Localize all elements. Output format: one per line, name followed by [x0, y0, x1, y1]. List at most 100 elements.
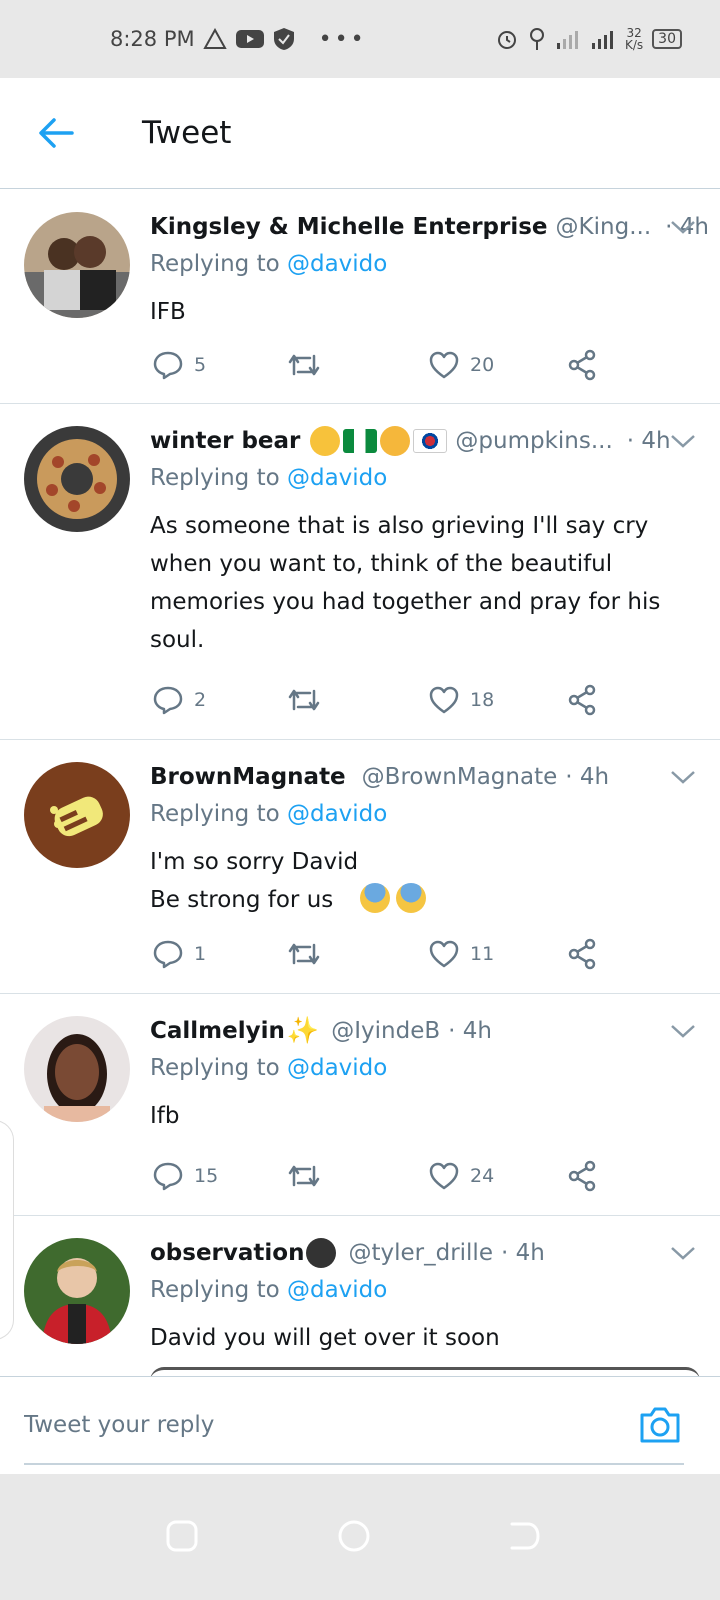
home-button[interactable] — [336, 1518, 376, 1558]
mention-link[interactable]: @davido — [287, 251, 387, 277]
reply-button[interactable]: 15 — [152, 1161, 218, 1191]
retweet-button[interactable] — [286, 939, 322, 969]
tweet-menu-button[interactable] — [668, 426, 698, 456]
reply-button[interactable]: 2 — [152, 685, 206, 715]
tweet-header: winter bear @pumpkins... · 4h — [150, 424, 700, 458]
tweet[interactable]: Kingsley & Michelle Enterprise @King... … — [0, 190, 720, 404]
like-button[interactable]: 20 — [428, 350, 494, 380]
tweet-menu-button[interactable] — [668, 1016, 698, 1046]
retweet-icon — [288, 1165, 320, 1187]
tweet-header: BrownMagnate @BrownMagnate · 4h — [150, 760, 700, 794]
display-name[interactable]: observation — [150, 1240, 304, 1266]
tweet[interactable]: Callmelyin ✨ @IyindeB · 4h Replying to @… — [0, 994, 720, 1216]
cat-face-emoji — [380, 426, 411, 456]
sparkles-icon: ✨ — [286, 1016, 320, 1046]
display-name[interactable]: Callmelyin — [150, 1018, 285, 1044]
username[interactable]: @tyler_drille — [348, 1240, 493, 1266]
more-notifications-icon: ••• — [318, 26, 367, 52]
avatar[interactable] — [24, 212, 130, 318]
replying-to: Replying to @davido — [150, 465, 388, 491]
tweet[interactable]: observation @tyler_drille · 4h Replying … — [0, 1216, 720, 1376]
username[interactable]: @IyindeB — [331, 1018, 440, 1044]
mention-link[interactable]: @davido — [287, 1277, 387, 1303]
signal-2-icon — [590, 27, 616, 51]
like-button[interactable]: 18 — [428, 685, 494, 715]
username[interactable]: @pumpkins... — [455, 428, 612, 454]
battery-icon: 30 — [652, 29, 682, 49]
replying-to: Replying to @davido — [150, 801, 388, 827]
tweet-actions: 1 11 — [152, 934, 612, 974]
heart-icon — [429, 686, 459, 714]
tweet-body: observation @tyler_drille · 4h Replying … — [150, 1236, 700, 1376]
tweet-body: winter bear @pumpkins... · 4h Replying t… — [150, 424, 700, 659]
tweet-body: Callmelyin ✨ @IyindeB · 4h Replying to @… — [150, 1014, 700, 1135]
display-name[interactable]: winter bear — [150, 428, 300, 454]
reply-icon — [153, 351, 183, 380]
hugging-face-emoji — [310, 426, 341, 456]
reply-icon — [153, 686, 183, 715]
tweet-body: Kingsley & Michelle Enterprise @King... … — [150, 210, 709, 331]
camera-button[interactable] — [638, 1405, 682, 1445]
location-icon — [528, 27, 546, 51]
retweet-button[interactable] — [286, 1161, 322, 1191]
home-icon — [338, 1520, 370, 1552]
like-count: 20 — [470, 354, 495, 376]
network-speed: 32 K/s — [625, 26, 644, 52]
system-nav-bar — [0, 1474, 720, 1600]
share-button[interactable] — [566, 684, 598, 716]
share-button[interactable] — [566, 349, 598, 381]
downcast-sweat-emoji — [396, 883, 427, 913]
reply-bar — [0, 1376, 720, 1474]
avatar[interactable] — [24, 426, 130, 532]
reply-input[interactable] — [24, 1399, 624, 1451]
tweet-header: observation @tyler_drille · 4h — [150, 1236, 700, 1270]
display-name[interactable]: Kingsley & Michelle Enterprise — [150, 214, 548, 240]
mention-link[interactable]: @davido — [287, 465, 387, 491]
replying-to: Replying to @davido — [150, 1055, 388, 1081]
username[interactable]: @BrownMagnate — [362, 764, 558, 790]
reply-icon — [153, 940, 183, 969]
tweet[interactable]: BrownMagnate @BrownMagnate · 4h Replying… — [0, 740, 720, 994]
media-preview[interactable] — [150, 1367, 700, 1376]
tweet-text: Ifb — [150, 1103, 180, 1129]
shield-icon — [273, 27, 295, 51]
recents-icon — [166, 1520, 198, 1552]
black-circle-face-emoji — [306, 1238, 337, 1268]
youtube-icon — [235, 28, 265, 50]
like-button[interactable]: 11 — [428, 939, 494, 969]
share-button[interactable] — [566, 1160, 598, 1192]
recents-button[interactable] — [164, 1518, 204, 1558]
display-name[interactable]: BrownMagnate — [150, 764, 346, 790]
share-button[interactable] — [566, 938, 598, 970]
south-korea-flag-emoji — [413, 429, 448, 453]
reply-feed[interactable]: Kingsley & Michelle Enterprise @King... … — [0, 190, 720, 1376]
tweet[interactable]: winter bear @pumpkins... · 4h Replying t… — [0, 404, 720, 740]
avatar[interactable] — [24, 762, 130, 868]
tweet-menu-button[interactable] — [668, 762, 698, 792]
like-button[interactable]: 24 — [428, 1161, 494, 1191]
chevron-down-icon — [671, 221, 695, 234]
reply-button[interactable]: 5 — [152, 350, 206, 380]
tweet-body: BrownMagnate @BrownMagnate · 4h Replying… — [150, 760, 700, 919]
tweet-header: Callmelyin ✨ @IyindeB · 4h — [150, 1014, 700, 1048]
tweet-menu-button[interactable] — [668, 212, 698, 242]
timestamp: · 4h — [626, 428, 671, 454]
downcast-sweat-emoji — [360, 883, 391, 913]
retweet-button[interactable] — [286, 685, 322, 715]
reply-count: 2 — [194, 689, 207, 711]
back-nav-button[interactable] — [506, 1518, 546, 1558]
reply-underline — [24, 1463, 684, 1465]
back-button[interactable] — [26, 103, 86, 163]
mention-link[interactable]: @davido — [287, 1055, 387, 1081]
app-header: Tweet — [0, 78, 720, 189]
reply-count: 1 — [194, 943, 207, 965]
retweet-button[interactable] — [286, 350, 322, 380]
mention-link[interactable]: @davido — [287, 801, 387, 827]
tweet-menu-button[interactable] — [668, 1238, 698, 1268]
reply-button[interactable]: 1 — [152, 939, 206, 969]
avatar[interactable] — [24, 1238, 130, 1344]
edge-panel-handle[interactable] — [0, 1120, 14, 1340]
avatar[interactable] — [24, 1016, 130, 1122]
alarm-icon — [495, 27, 519, 51]
username[interactable]: @King... — [556, 214, 652, 240]
